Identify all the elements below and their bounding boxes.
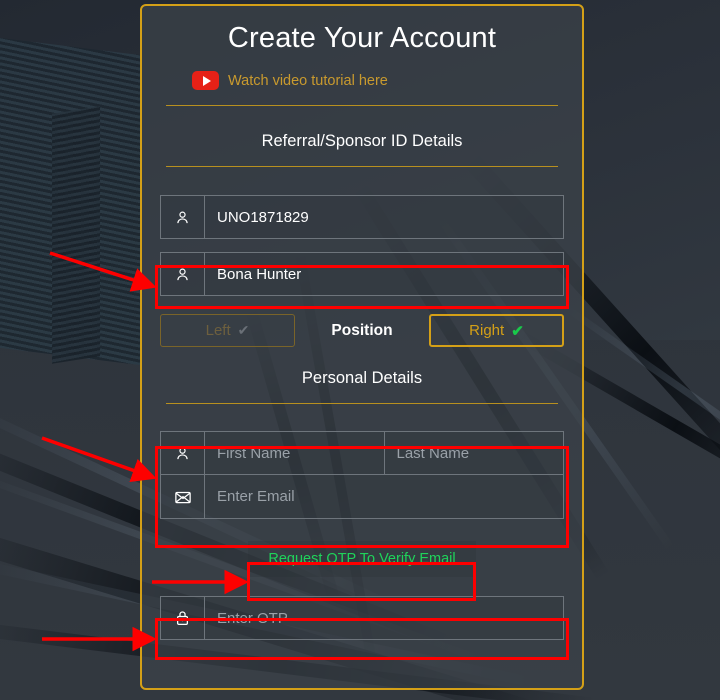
sponsor-name-group: Bona Hunter [160, 252, 564, 296]
lock-icon [161, 597, 205, 639]
signup-card: Create Your Account Watch video tutorial… [140, 4, 584, 690]
section-title-referral: Referral/Sponsor ID Details [261, 132, 463, 150]
sponsor-name-value[interactable]: Bona Hunter [205, 253, 563, 295]
email-input-group[interactable]: Enter Email [160, 475, 564, 519]
user-icon [161, 253, 205, 295]
position-right-button[interactable]: Right ✔ [428, 314, 564, 347]
otp-input-group[interactable]: Enter OTP [160, 596, 564, 640]
position-left-label: Left [205, 322, 231, 339]
section-divider-personal [166, 403, 558, 404]
user-icon [161, 432, 205, 474]
check-icon: ✔ [511, 322, 524, 340]
sponsor-name-input-group[interactable]: Bona Hunter [160, 252, 564, 296]
check-icon: ✔ [237, 322, 250, 338]
last-name-input[interactable]: Last Name [383, 432, 564, 474]
personal-details-group: First Name Last Name Enter Email [160, 431, 564, 519]
watch-video-link[interactable]: Watch video tutorial here [228, 73, 388, 89]
youtube-play-icon [192, 71, 219, 90]
sponsor-id-value[interactable]: UNO1871829 [205, 196, 563, 238]
name-input-group[interactable]: First Name Last Name [160, 431, 564, 475]
background-tower-left-secondary [52, 106, 100, 364]
sponsor-id-group: UNO1871829 [160, 195, 564, 239]
email-input[interactable]: Enter Email [205, 475, 563, 518]
first-name-input[interactable]: First Name [205, 432, 384, 474]
sponsor-id-input-group[interactable]: UNO1871829 [160, 195, 564, 239]
header-divider [166, 105, 558, 106]
watch-video-row[interactable]: Watch video tutorial here [160, 71, 564, 90]
signup-page: Create Your Account Watch video tutorial… [0, 0, 720, 700]
position-left-button[interactable]: Left ✔ [160, 314, 295, 347]
position-label: Position [331, 321, 393, 339]
otp-group: Enter OTP [160, 596, 564, 640]
request-otp-button[interactable]: Request OTP To Verify Email [248, 541, 476, 577]
user-icon [161, 196, 205, 238]
section-title-personal: Personal Details [301, 369, 423, 387]
envelope-icon [161, 475, 205, 518]
position-selector-row: Left ✔ Position Right ✔ [160, 314, 564, 347]
otp-input[interactable]: Enter OTP [205, 597, 563, 639]
page-title: Create Your Account [227, 22, 497, 54]
section-divider-referral [166, 166, 558, 167]
position-right-label: Right [469, 322, 505, 339]
